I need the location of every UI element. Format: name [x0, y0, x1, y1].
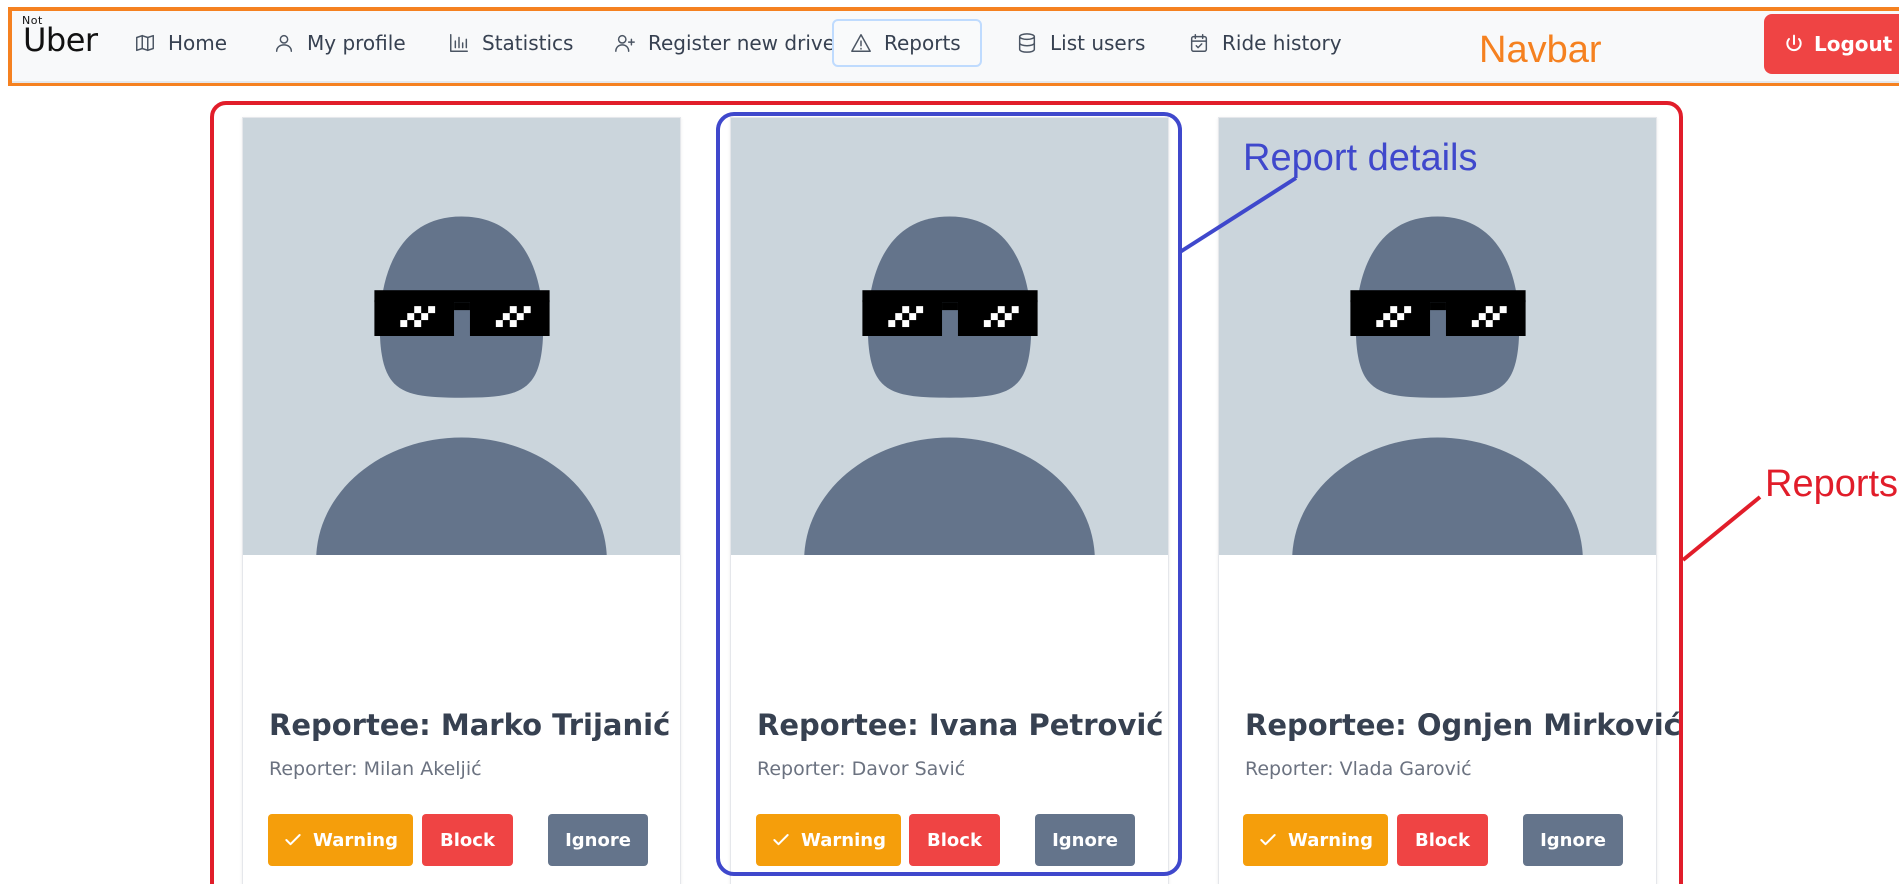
ignore-button[interactable]: Ignore: [548, 814, 648, 866]
reports-connector: [1681, 495, 1762, 562]
avatar-sunglasses-icon: [316, 216, 607, 555]
nav-item-label: Home: [168, 31, 228, 55]
ignore-label: Ignore: [565, 829, 631, 851]
reporter-name: Reporter: Milan Akeljić: [269, 758, 482, 780]
nav-item-reports[interactable]: Reports: [832, 19, 982, 67]
report-details-annotation-frame: [716, 112, 1182, 876]
user-plus-icon: [615, 34, 635, 52]
user-icon: [275, 34, 293, 52]
warning-label: Warning: [1288, 829, 1373, 851]
ignore-button[interactable]: Ignore: [1523, 814, 1623, 866]
logout-label: Logout: [1814, 32, 1893, 56]
nav-item-register-new-driver[interactable]: Register new driver: [598, 18, 859, 68]
navbar: Not Uber Home My profile Statistics Regi…: [8, 7, 1899, 86]
warning-button[interactable]: Warning: [1243, 814, 1388, 866]
reportee-avatar: [243, 118, 680, 555]
calendar-icon: [1190, 34, 1208, 52]
avatar-sunglasses-icon: [1292, 216, 1583, 555]
navbar-annotation: Navbar: [1479, 29, 1602, 71]
power-icon: [1786, 34, 1802, 51]
nav-item-list-users[interactable]: List users: [1000, 18, 1161, 68]
check-icon: [1260, 834, 1276, 846]
logout-button[interactable]: Logout: [1764, 14, 1899, 74]
nav-item-label: My profile: [307, 31, 406, 55]
nav-item-label: Ride history: [1222, 31, 1342, 55]
block-button[interactable]: Block: [422, 814, 513, 866]
block-button[interactable]: Block: [1397, 814, 1488, 866]
nav-item-label: Register new driver: [648, 31, 844, 55]
bar-chart-icon: [450, 34, 468, 52]
database-icon: [1018, 33, 1036, 53]
report-card: Reportee: Marko Trijanić Reporter: Milan…: [242, 117, 681, 884]
reportee-name: Reportee: Ognjen Mirković: [1245, 708, 1681, 742]
block-label: Block: [440, 829, 495, 851]
check-icon: [285, 834, 301, 846]
logo-word: Uber: [23, 21, 98, 59]
warning-button[interactable]: Warning: [268, 814, 413, 866]
nav-item-home[interactable]: Home: [118, 18, 243, 68]
nav-item-label: Reports: [884, 31, 961, 55]
reportee-name: Reportee: Marko Trijanić: [269, 708, 671, 742]
warning-label: Warning: [313, 829, 398, 851]
nav-item-ride-history[interactable]: Ride history: [1172, 18, 1358, 68]
report-details-annotation: Report details: [1243, 137, 1478, 179]
reporter-name: Reporter: Vlada Garović: [1245, 758, 1472, 780]
reportee-avatar: [1219, 118, 1656, 555]
reports-annotation: Reports: [1765, 463, 1899, 505]
block-label: Block: [1415, 829, 1470, 851]
nav-item-statistics[interactable]: Statistics: [432, 18, 589, 68]
nav-item-label: Statistics: [482, 31, 574, 55]
map-icon: [136, 34, 154, 52]
app-logo[interactable]: Not Uber: [20, 14, 100, 64]
alert-triangle-icon: [851, 34, 871, 52]
nav-item-label: List users: [1050, 31, 1146, 55]
nav-item-my-profile[interactable]: My profile: [257, 18, 422, 68]
navbar-inner: Not Uber Home My profile Statistics Regi…: [12, 11, 1899, 83]
ignore-label: Ignore: [1540, 829, 1606, 851]
report-card: Reportee: Ognjen Mirković Reporter: Vlad…: [1218, 117, 1681, 884]
